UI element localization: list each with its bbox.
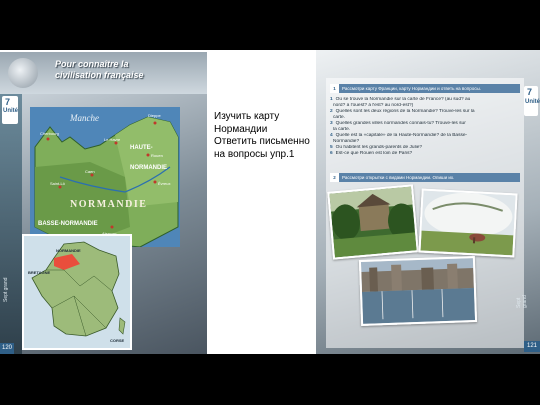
unit-number: 7 [5,97,11,107]
city-dot [153,121,157,125]
exercise-2-heading: 2 Рассмотри открытки с видами Нормандии. … [330,173,520,182]
question-number: 4 [330,133,333,138]
left-side-strip [0,94,22,354]
unit-number: 7 [527,87,533,97]
exercise-text: Рассмотри открытки с видами Нормандии. О… [342,175,455,180]
unit-tab-right: 7 Unité [524,86,540,116]
exercise-number: 2 [330,173,339,182]
question-text: Quelles sont les deux régions de la Norm… [335,109,475,114]
left-side-label: Sept grand [3,277,9,302]
city-label: Rouen [151,153,163,158]
city-label: Cherbourg [40,131,59,136]
right-textbook-page: 7 Unité 1 Рассмотри карту Франции, карту … [316,50,540,354]
question-text: Où habitent les grands-parents de Julie? [335,145,423,150]
inset-label: BRETAGNE [28,270,50,275]
normandy-map: Manche NORMANDIE HAUTE- NORMANDIE BASSE-… [30,107,180,247]
question-number: 6 [330,151,333,156]
subregion-basse: BASSE-NORMANDIE [38,221,98,227]
question-number: 5 [330,145,333,150]
city-dot [153,180,157,184]
task-line: на вопросы упр.1 [214,148,295,160]
right-page-number: 121 [524,341,540,352]
question-text: Quelles grandes villes normandes connais… [335,121,466,126]
question-text: Est-ce que Rouen est loin de Paris? [335,151,413,156]
question-text: Où se trouve la Normandie sur la carte d… [335,97,471,102]
region-label: NORMANDIE [70,199,147,210]
question-line: 6 Est-ce que Rouen est loin de Paris? [330,151,518,157]
unit-word: Unité [525,99,540,105]
task-instructions: Изучить карту Нормандии Ответить письмен… [214,111,318,161]
city-label: Dieppe [148,113,161,118]
sea-label: Manche [69,113,99,123]
postcard-image [329,186,417,258]
postcard-image [360,258,476,324]
exercise-number: 1 [330,84,339,93]
postcard-photo-3 [358,255,478,327]
postcard-image [420,190,516,256]
left-page-number: 120 [0,343,14,354]
left-textbook-page: Pour connaître la civilisation française… [0,52,207,354]
header-emblem-icon [8,58,38,88]
slide: Pour connaître la civilisation française… [0,50,540,354]
question-text: nord? à l'ouest? à l'est? au nord-est?) [333,103,414,108]
unit-tab-left: 7 Unité [2,96,18,124]
question-text: Quelle est la «capitale» de la Haute-Nor… [335,133,468,138]
subregion-haute: HAUTE- [130,145,153,151]
unit-word: Unité [3,108,18,114]
question-text: carte. [333,115,345,120]
city-dot [110,225,114,229]
question-number: 3 [330,121,333,126]
city-label: Saint-Lô [50,181,66,186]
right-side-label: Sept grand [516,295,528,308]
postcard-photo-1 [327,184,419,260]
city-dot [46,137,50,141]
france-inset-map: NORMANDIE BRETAGNE CORSE [22,234,132,350]
question-number: 2 [330,109,333,114]
question-number: 1 [330,97,333,102]
inset-label: NORMANDIE [56,248,81,253]
city-label: Caen [85,169,95,174]
question-text: la carte. [333,127,351,132]
subregion-normandie: NORMANDIE [130,165,167,171]
exercise-text: Рассмотри карту Франции, карту Нормандии… [342,86,481,91]
city-label: Le Havre [104,137,121,142]
inset-label: CORSE [110,338,125,343]
city-label: Évreux [158,181,170,186]
exercise-1-heading: 1 Рассмотри карту Франции, карту Норманди… [330,84,520,93]
postcard-photo-2 [418,188,518,258]
left-page-title: Pour connaître la civilisation française [55,59,144,80]
task-line: Изучить карту [214,111,280,122]
task-line: Ответить письменно [214,136,310,147]
left-page-header: Pour connaître la civilisation française [0,52,207,94]
city-dot [146,153,150,157]
question-text: Normandie? [333,139,360,144]
task-line: Нормандии [214,123,268,135]
